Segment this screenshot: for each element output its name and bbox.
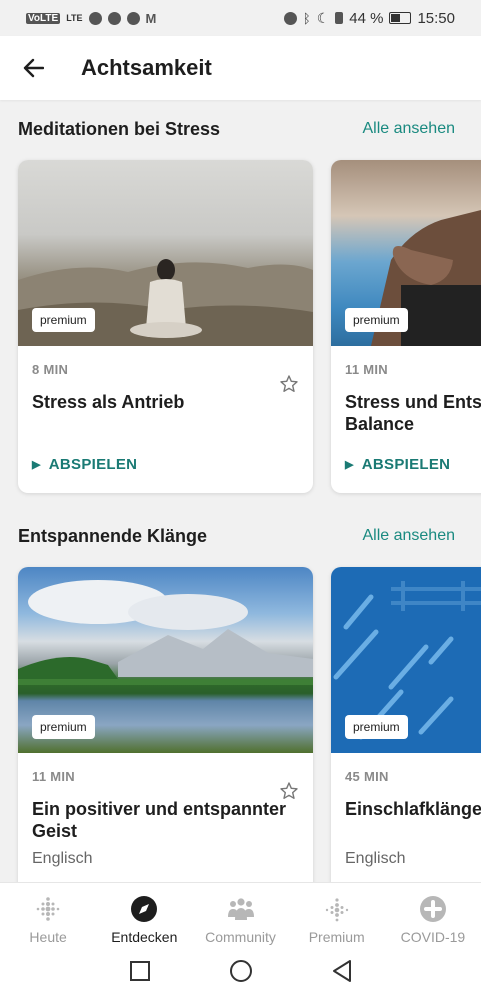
duration-label: 11 MIN xyxy=(32,769,75,784)
nav-label: Premium xyxy=(308,929,365,945)
gmail-icon: M xyxy=(145,10,157,26)
card-language: Englisch xyxy=(32,850,93,867)
spotify-icon xyxy=(107,11,121,25)
home-button[interactable] xyxy=(229,959,253,988)
play-icon: ▶ xyxy=(32,459,41,471)
card-image: premium xyxy=(18,567,313,753)
status-right: ᛒ ☾ 44 % 15:50 xyxy=(283,9,455,27)
clock: 15:50 xyxy=(417,9,455,27)
section-header-stress: Meditationen bei Stress Alle ansehen xyxy=(18,114,455,144)
alarm-icon xyxy=(283,11,297,25)
play-label: ABSPIELEN xyxy=(361,456,451,473)
vibrate-icon xyxy=(335,12,344,24)
volte-icon: VoLTE xyxy=(26,12,61,24)
bluetooth-icon: ᛒ xyxy=(302,10,311,26)
play-icon: ▶ xyxy=(345,459,354,471)
nav-item-heute[interactable]: Heute xyxy=(0,883,96,949)
star-icon[interactable] xyxy=(279,374,299,394)
card-body: 8 MIN Stress als Antrieb xyxy=(18,362,313,413)
dots-icon xyxy=(34,895,62,923)
bottom-nav: Heute Entdecken Community Premium COVID-… xyxy=(0,882,481,949)
status-left: VoLTE LTE M xyxy=(26,11,156,26)
meditation-card[interactable]: premium 8 MIN Stress als Antrieb ▶ ABSPI… xyxy=(18,160,313,493)
nav-item-community[interactable]: Community xyxy=(192,883,288,949)
nav-label: Community xyxy=(205,929,276,945)
battery-icon xyxy=(389,12,412,24)
section-title: Meditationen bei Stress xyxy=(18,118,221,139)
moon-icon: ☾ xyxy=(316,9,330,26)
see-all-link[interactable]: Alle ansehen xyxy=(362,120,455,138)
app-bar: Achtsamkeit xyxy=(0,36,481,100)
card-body: 11 MIN Ein positiver und entspannter Gei… xyxy=(18,769,313,868)
card-language: Englisch xyxy=(345,850,406,867)
nav-item-covid[interactable]: COVID-19 xyxy=(385,883,481,949)
community-icon xyxy=(227,895,255,923)
sound-card[interactable]: premium 45 MIN Einschlafklänge und Engli… xyxy=(331,567,481,882)
plus-circle-icon xyxy=(419,895,447,923)
play-label: ABSPIELEN xyxy=(48,456,138,473)
battery-percent: 44 % xyxy=(349,9,384,27)
system-nav-bar xyxy=(0,948,481,999)
section-header-sounds: Entspannende Klänge Alle ansehen xyxy=(18,521,455,551)
nav-label: Heute xyxy=(29,929,67,945)
duration-label: 45 MIN xyxy=(345,769,389,784)
compass-icon xyxy=(130,895,158,923)
nav-item-premium[interactable]: Premium xyxy=(289,883,385,949)
nav-item-entdecken[interactable]: Entdecken xyxy=(96,883,192,949)
sound-card[interactable]: premium 11 MIN Ein positiver und entspan… xyxy=(18,567,313,882)
nav-label: Entdecken xyxy=(111,929,178,945)
card-title: Stress als Antrieb xyxy=(32,392,185,412)
dots-icon xyxy=(323,895,351,923)
back-button[interactable] xyxy=(331,959,353,988)
nav-label: COVID-19 xyxy=(400,929,466,945)
card-body: 45 MIN Einschlafklänge und Englisch xyxy=(331,769,481,868)
play-button[interactable]: ▶ ABSPIELEN xyxy=(32,456,137,473)
duration-label: 11 MIN xyxy=(345,362,388,377)
status-bar: VoLTE LTE M ᛒ ☾ 44 % 15:50 xyxy=(0,0,481,36)
premium-badge: premium xyxy=(345,308,408,332)
star-icon[interactable] xyxy=(279,781,299,801)
card-title: Einschlafklänge und xyxy=(345,799,481,819)
meditation-card[interactable]: premium 11 MIN Stress und Entspannung in… xyxy=(331,160,481,493)
premium-badge: premium xyxy=(345,715,408,739)
card-image: premium xyxy=(18,160,313,346)
section-title: Entspannende Klänge xyxy=(18,525,208,546)
recent-apps-button[interactable] xyxy=(129,960,151,987)
card-title: Ein positiver und entspannter Geist xyxy=(32,799,287,841)
page-title: Achtsamkeit xyxy=(81,55,212,80)
card-image: premium xyxy=(331,567,481,753)
back-arrow-icon[interactable] xyxy=(18,53,48,83)
duration-label: 8 MIN xyxy=(32,362,69,377)
card-title: Stress und Entspannung in Balance xyxy=(345,392,481,434)
premium-badge: premium xyxy=(32,308,95,332)
lte-signal-icon: LTE xyxy=(66,13,83,23)
eye-icon xyxy=(88,11,102,25)
card-body: 11 MIN Stress und Entspannung in Balance xyxy=(331,362,481,435)
content-scroll[interactable]: Meditationen bei Stress Alle ansehen pre… xyxy=(0,100,481,882)
play-button[interactable]: ▶ ABSPIELEN xyxy=(345,456,450,473)
see-all-link[interactable]: Alle ansehen xyxy=(362,527,455,545)
card-image: premium xyxy=(331,160,481,346)
line-icon xyxy=(126,11,140,25)
premium-badge: premium xyxy=(32,715,95,739)
